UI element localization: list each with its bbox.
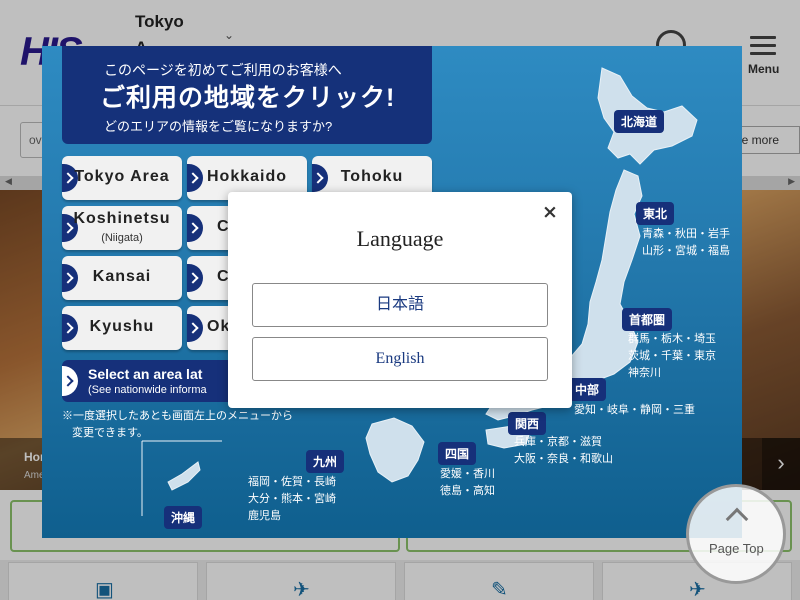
map-label-okinawa[interactable]: 沖縄 [164,506,203,529]
area-button-label: Kyushu [89,318,155,335]
map-kyushu [365,417,425,483]
tohoku-prefectures: 青森・秋田・岩手 山形・宮城・福島 [642,226,730,260]
map-label-kansai[interactable]: 関西 [508,412,547,435]
region-intro-banner: このページを初めてご利用のお客様へ ご利用の地域をクリック! どのエリアの情報を… [62,46,432,144]
select-later-sub: (See nationwide informa [88,384,207,396]
chevron-right-icon [62,366,78,396]
page-top-button[interactable]: Page Top [686,484,786,584]
area-button-sub: (Niigata) [101,232,143,244]
close-icon[interactable]: × [540,202,560,222]
area-button-label: Koshinetsu [73,210,171,227]
area-button-kyushu[interactable]: Kyushu [62,306,182,350]
map-label-kyushu[interactable]: 九州 [306,450,345,473]
kyushu-prefs-3: 鹿児島 [248,510,281,522]
area-button-label: Tokyo Area [74,168,170,185]
kansai-prefs-1: 兵庫・京都・滋賀 [514,436,602,448]
language-option-english[interactable]: English [252,337,548,381]
tohoku-prefs-2: 山形・宮城・福島 [642,245,730,257]
language-modal-title: Language [356,226,444,251]
area-button-label: Hokkaido [206,168,287,185]
shikoku-prefs-2: 徳島・高知 [440,485,495,497]
kansai-prefs-2: 大阪・奈良・和歌山 [514,453,613,465]
region-note-line-2: 変更できます。 [72,427,148,439]
kyushu-prefectures: 福岡・佐賀・長崎 大分・熊本・宮崎 鹿児島 [248,474,336,525]
shutoken-prefs-3: 神奈川 [628,367,661,379]
shutoken-prefs-1: 群馬・栃木・埼玉 [628,333,716,345]
language-modal: × Language 日本語 English [228,192,572,408]
map-label-chubu[interactable]: 中部 [568,378,607,401]
intro-heading: ご利用の地域をクリック! [100,84,396,112]
tohoku-prefs-1: 青森・秋田・岩手 [642,228,730,240]
area-button-label: Kansai [92,268,152,285]
arrow-up-icon [725,507,749,531]
select-later-title: Select an area lat [88,366,203,382]
shikoku-prefs-1: 愛媛・香川 [440,468,495,480]
area-button-koshinetsu[interactable]: Koshinetsu (Niigata) [62,206,182,250]
intro-line-3: どのエリアの情報をご覧になりますか? [104,119,333,134]
language-option-japanese[interactable]: 日本語 [252,283,548,327]
area-button-kansai[interactable]: Kansai [62,256,182,300]
map-label-tohoku[interactable]: 東北 [636,202,675,225]
kyushu-prefs-2: 大分・熊本・宮崎 [248,493,336,505]
chubu-prefectures: 愛知・岐阜・静岡・三重 [574,404,695,416]
shutoken-prefectures: 群馬・栃木・埼玉 茨城・千葉・東京 神奈川 [628,331,716,382]
map-label-shikoku[interactable]: 四国 [438,442,477,465]
map-label-shutoken[interactable]: 首都圏 [622,308,673,331]
kansai-prefectures: 兵庫・京都・滋賀 大阪・奈良・和歌山 [514,434,613,468]
area-button-tokyo[interactable]: Tokyo Area [62,156,182,200]
region-note-line-1: ※一度選択したあとも画面左上のメニューから [62,410,293,422]
kyushu-prefs-1: 福岡・佐賀・長崎 [248,476,336,488]
intro-line-1: このページを初めてご利用のお客様へ [104,62,342,78]
shikoku-prefectures: 愛媛・香川徳島・高知 [440,466,495,500]
page-top-label: Page Top [709,541,764,556]
area-button-label: Tohoku [340,168,404,185]
shutoken-prefs-2: 茨城・千葉・東京 [628,350,716,362]
region-note: ※一度選択したあとも画面左上のメニューから 変更できます。 [62,408,293,442]
map-okinawa [167,461,201,491]
map-label-hokkaido[interactable]: 北海道 [614,110,665,133]
